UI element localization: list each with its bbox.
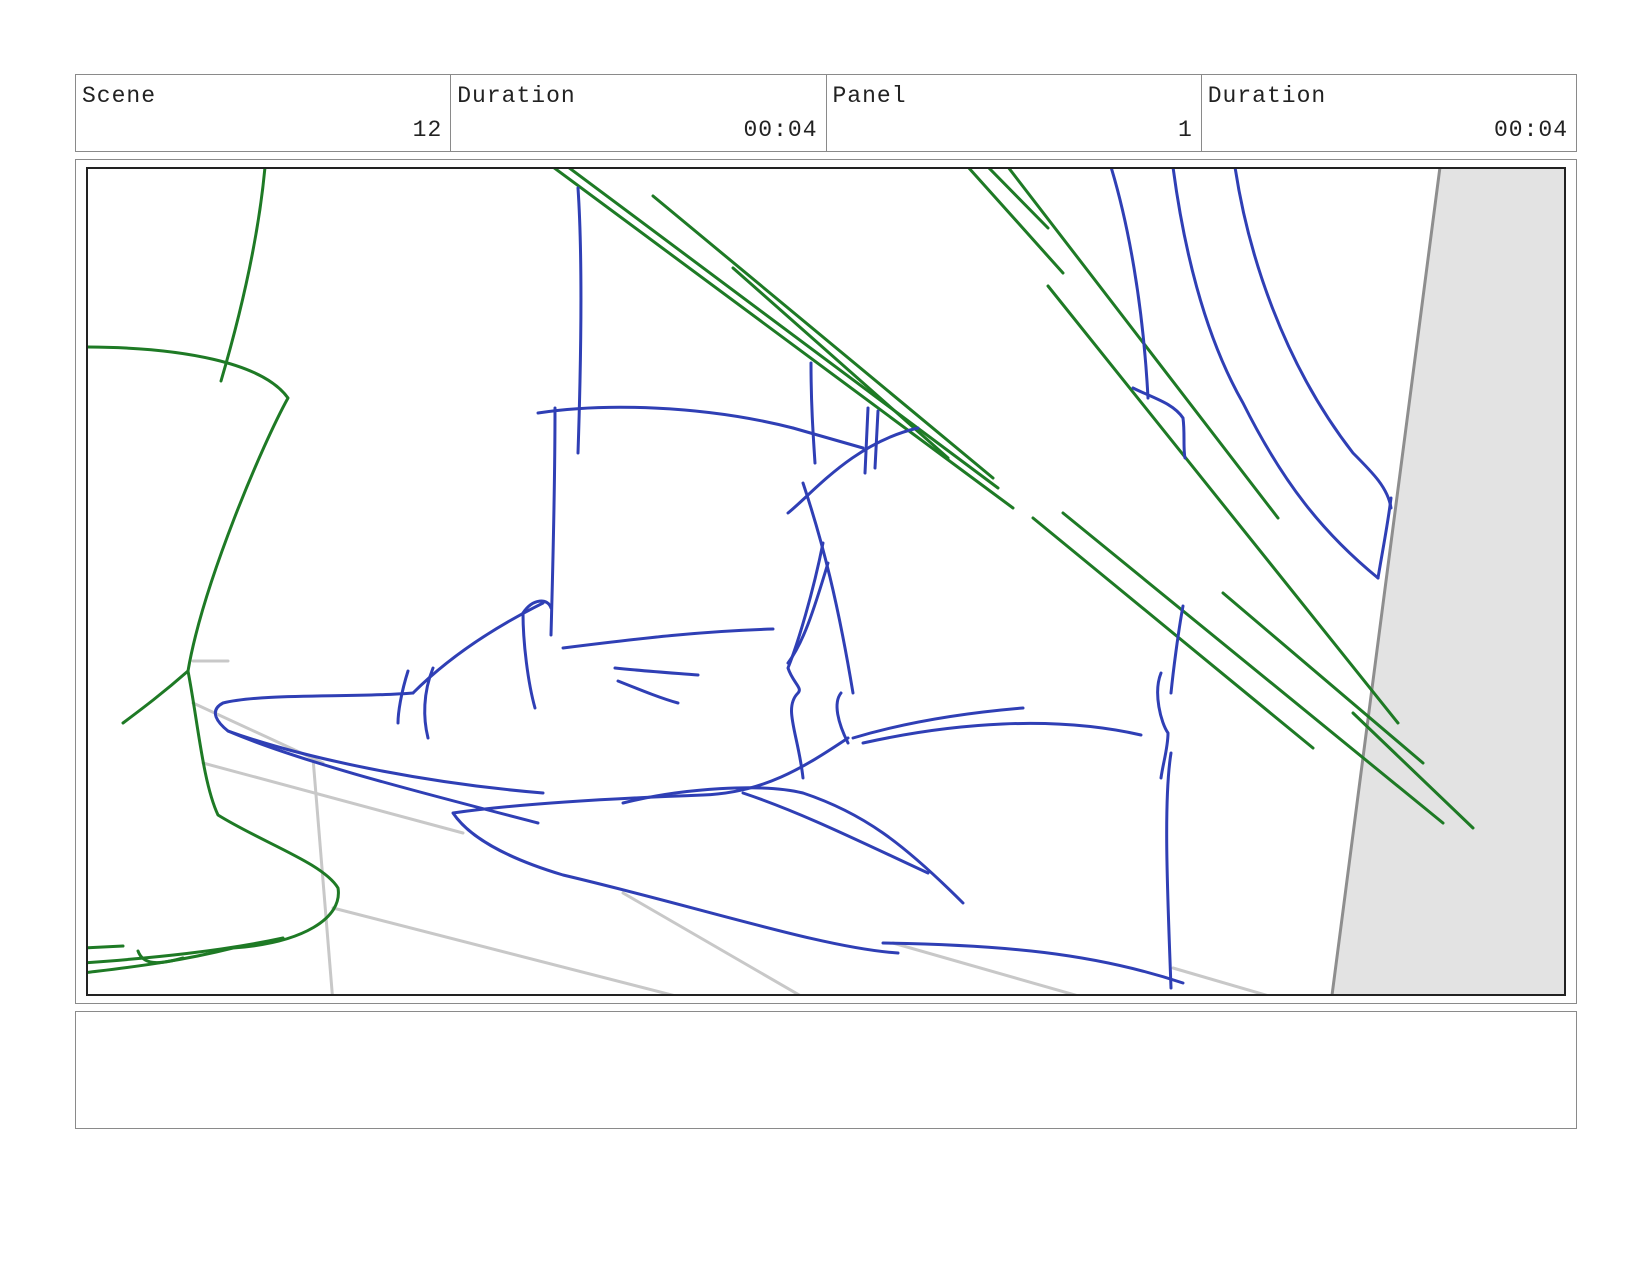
panel-duration-cell: Duration 00:04 bbox=[1202, 75, 1576, 151]
panel-cell: Panel 1 bbox=[827, 75, 1202, 151]
scene-cell: Scene 12 bbox=[76, 75, 452, 151]
sketch-frame bbox=[86, 167, 1566, 996]
notes-box[interactable] bbox=[75, 1011, 1577, 1129]
scene-duration-label: Duration bbox=[457, 83, 576, 109]
sketch-drawing bbox=[88, 169, 1564, 994]
panel-number: 1 bbox=[1177, 117, 1193, 143]
perspective-guides bbox=[191, 659, 1268, 994]
blue-sketch bbox=[213, 169, 1393, 990]
panel-duration-label: Duration bbox=[1207, 83, 1327, 109]
panel-label: Panel bbox=[832, 83, 907, 109]
wall-shape bbox=[1332, 169, 1564, 994]
panel-duration-value: 00:04 bbox=[1493, 117, 1568, 143]
scene-duration-cell: Duration 00:04 bbox=[451, 75, 827, 151]
scene-duration-value: 00:04 bbox=[743, 117, 818, 143]
scene-number: 12 bbox=[412, 117, 443, 143]
scene-label: Scene bbox=[82, 83, 157, 109]
storyboard-panel bbox=[75, 159, 1577, 1004]
panel-header: Scene 12 Duration 00:04 Panel 1 Duration… bbox=[75, 74, 1577, 152]
